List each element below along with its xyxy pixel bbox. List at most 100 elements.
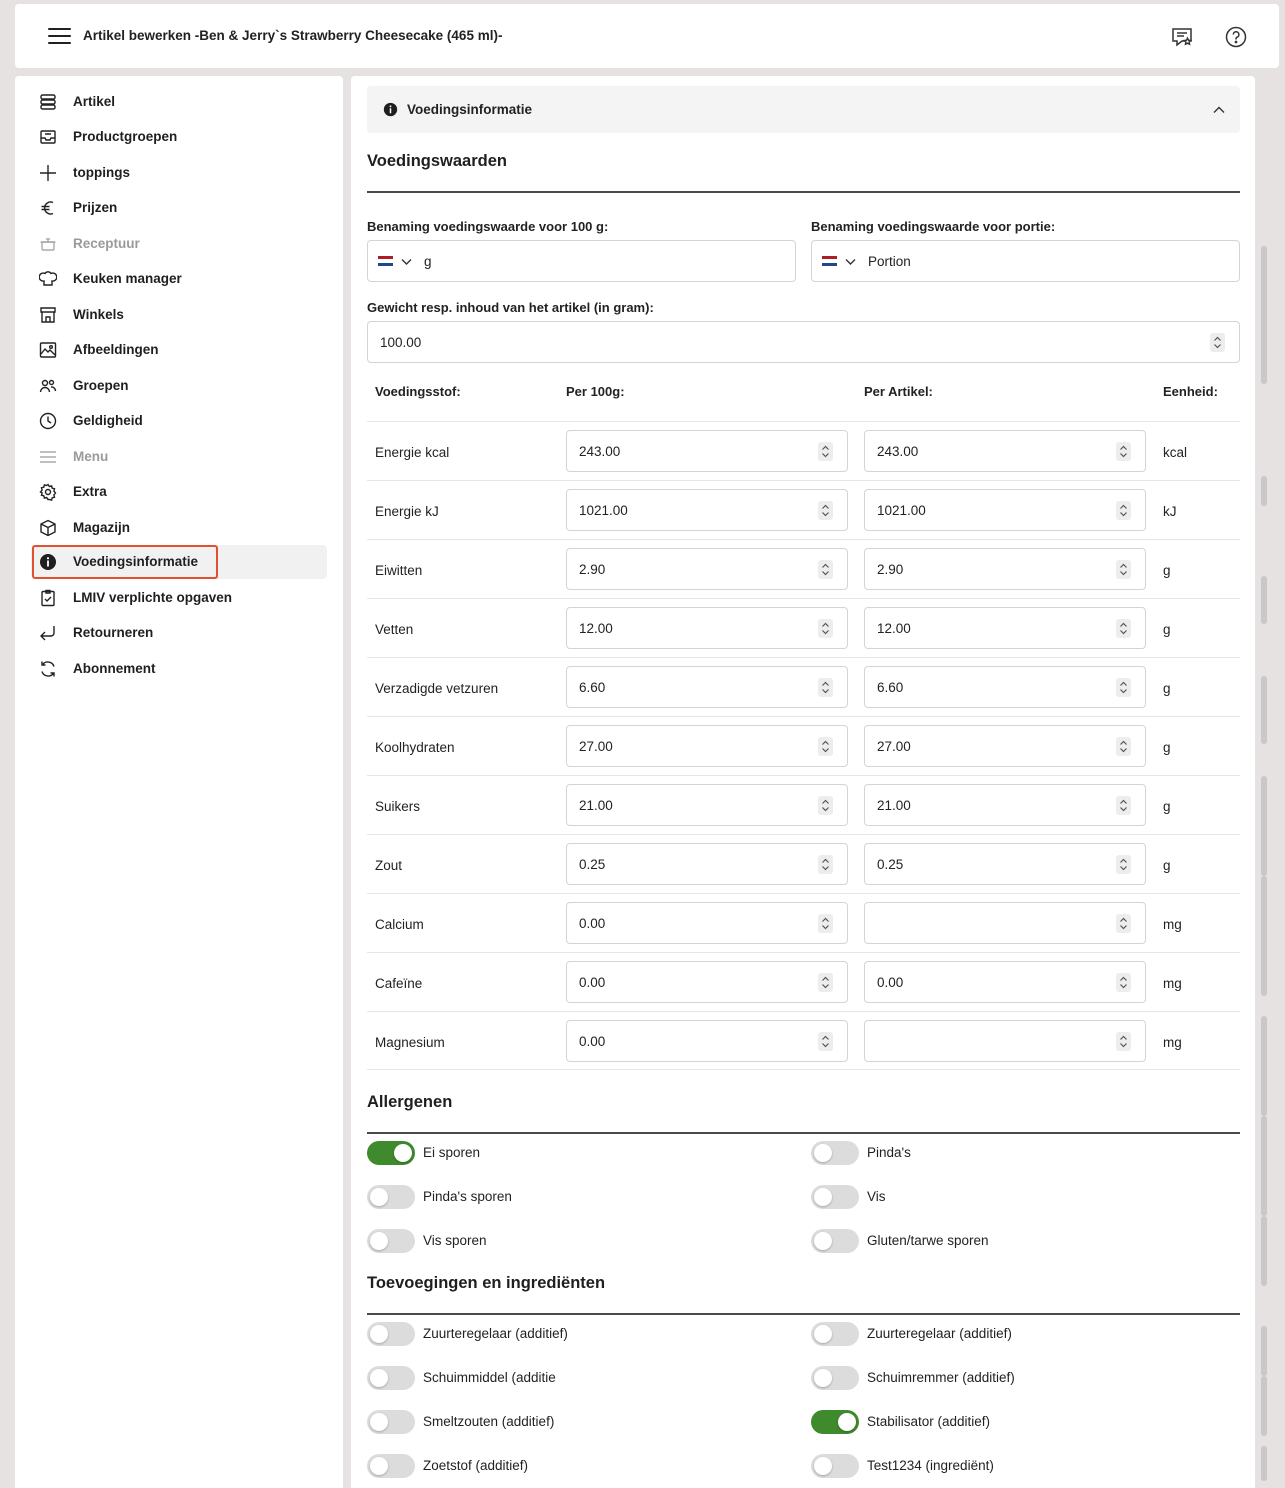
sidebar-item-retourneren[interactable]: Retourneren (31, 616, 327, 650)
number-stepper[interactable] (818, 796, 833, 815)
per-artikel-input-cafe-ne[interactable]: 0.00 (864, 961, 1146, 1003)
per100g-input-koolhydraten[interactable]: 27.00 (566, 725, 848, 767)
weight-input[interactable]: 100.00 (367, 321, 1240, 363)
sidebar-item-groepen[interactable]: Groepen (31, 369, 327, 403)
per100g-value: 2.90 (579, 562, 606, 577)
per100g-input-suikers[interactable]: 21.00 (566, 784, 848, 826)
number-stepper[interactable] (1116, 678, 1131, 697)
box-icon (40, 519, 56, 537)
sidebar-item-productgroepen[interactable]: Productgroepen (31, 120, 327, 154)
number-stepper[interactable] (1116, 737, 1131, 756)
per-artikel-input-magnesium[interactable] (864, 1020, 1146, 1062)
chevron-up-icon[interactable] (1212, 103, 1226, 117)
column-header-per-artikel: Per Artikel: (864, 384, 933, 399)
toggle-pinda-s-sporen[interactable] (367, 1185, 415, 1209)
help-circle-icon[interactable] (1223, 24, 1249, 50)
info-filled-icon (40, 554, 56, 570)
sidebar-item-geldigheid[interactable]: Geldigheid (31, 404, 327, 438)
sidebar-item-voedingsinformatie[interactable]: Voedingsinformatie (31, 545, 327, 579)
sidebar-item-keuken-manager[interactable]: Keuken manager (31, 262, 327, 296)
per-artikel-input-calcium[interactable] (864, 902, 1146, 944)
chevron-down-icon[interactable] (400, 255, 413, 268)
toggle-pinda-s[interactable] (811, 1141, 859, 1165)
sidebar-item-lmiv[interactable]: LMIV verplichte opgaven (31, 581, 327, 615)
name-portion-field[interactable]: Portion (811, 240, 1240, 282)
sidebar-item-winkels[interactable]: Winkels (31, 298, 327, 332)
toggle-smeltzouten-additief[interactable] (367, 1410, 415, 1434)
sidebar-item-menu[interactable]: Menu (31, 440, 327, 474)
nutrient-name: Cafeïne (375, 976, 423, 991)
toggle-schuimmiddel-additie[interactable] (367, 1366, 415, 1390)
per100g-input-calcium[interactable]: 0.00 (566, 902, 848, 944)
per100g-input-energie-kj[interactable]: 1021.00 (566, 489, 848, 531)
per100g-input-zout[interactable]: 0.25 (566, 843, 848, 885)
number-stepper[interactable] (1116, 619, 1131, 638)
number-stepper[interactable] (818, 678, 833, 697)
per-artikel-value: 0.00 (877, 975, 904, 990)
number-stepper[interactable] (818, 737, 833, 756)
number-stepper[interactable] (1116, 1032, 1131, 1051)
per100g-input-energie-kcal[interactable]: 243.00 (566, 430, 848, 472)
section-header-voedingsinformatie[interactable]: Voedingsinformatie (367, 86, 1240, 133)
toggle-ei-sporen[interactable] (367, 1141, 415, 1165)
chevron-down-icon[interactable] (844, 255, 857, 268)
number-stepper[interactable] (818, 560, 833, 579)
number-stepper[interactable] (1116, 560, 1131, 579)
name-100g-field[interactable]: g (367, 240, 796, 282)
toggle-knob (370, 1232, 388, 1250)
number-stepper[interactable] (1116, 973, 1131, 992)
per100g-input-cafe-ne[interactable]: 0.00 (566, 961, 848, 1003)
sidebar-item-extra[interactable]: Extra (31, 475, 327, 509)
number-stepper[interactable] (1116, 796, 1131, 815)
per100g-input-verzadigde-vetzuren[interactable]: 6.60 (566, 666, 848, 708)
number-stepper[interactable] (1116, 501, 1131, 520)
number-stepper[interactable] (1210, 333, 1225, 352)
number-stepper[interactable] (818, 973, 833, 992)
sidebar-item-artikel[interactable]: Artikel (31, 85, 327, 119)
toggle-gluten-tarwe-sporen[interactable] (811, 1229, 859, 1253)
sidebar-item-receptuur[interactable]: Receptuur (31, 227, 327, 261)
number-stepper[interactable] (818, 1032, 833, 1051)
sidebar-item-abonnement[interactable]: Abonnement (31, 652, 327, 686)
number-stepper[interactable] (1116, 855, 1131, 874)
unit-label: mg (1163, 917, 1182, 932)
toggle-vis[interactable] (811, 1185, 859, 1209)
number-stepper[interactable] (818, 855, 833, 874)
number-stepper[interactable] (818, 619, 833, 638)
per100g-input-magnesium[interactable]: 0.00 (566, 1020, 848, 1062)
per100g-value: 243.00 (579, 444, 621, 459)
sidebar-item-prijzen[interactable]: Prijzen (31, 191, 327, 225)
number-stepper[interactable] (818, 914, 833, 933)
toggle-schuimremmer-additief[interactable] (811, 1366, 859, 1390)
page-scrollbar[interactable] (1257, 76, 1271, 1488)
toggle-zuurteregelaar-additief[interactable] (811, 1322, 859, 1346)
toggle-stabilisator-additief[interactable] (811, 1410, 859, 1434)
toggle-test1234-ingredi-nt[interactable] (811, 1454, 859, 1478)
per-artikel-input-verzadigde-vetzuren[interactable]: 6.60 (864, 666, 1146, 708)
divider (367, 191, 1240, 193)
per-artikel-input-koolhydraten[interactable]: 27.00 (864, 725, 1146, 767)
per-artikel-input-vetten[interactable]: 12.00 (864, 607, 1146, 649)
per100g-input-eiwitten[interactable]: 2.90 (566, 548, 848, 590)
sidebar-item-afbeeldingen[interactable]: Afbeeldingen (31, 333, 327, 367)
per-artikel-input-energie-kj[interactable]: 1021.00 (864, 489, 1146, 531)
toggle-vis-sporen[interactable] (367, 1229, 415, 1253)
toggle-zuurteregelaar-additief[interactable] (367, 1322, 415, 1346)
per-artikel-input-eiwitten[interactable]: 2.90 (864, 548, 1146, 590)
nl-flag-icon (822, 256, 837, 266)
hamburger-menu-icon[interactable] (48, 28, 71, 45)
per-artikel-input-suikers[interactable]: 21.00 (864, 784, 1146, 826)
per-artikel-input-zout[interactable]: 0.25 (864, 843, 1146, 885)
sidebar-item-toppings[interactable]: toppings (31, 156, 327, 190)
per100g-input-vetten[interactable]: 12.00 (566, 607, 848, 649)
number-stepper[interactable] (1116, 442, 1131, 461)
sidebar-item-magazijn[interactable]: Magazijn (31, 511, 327, 545)
toggle-zoetstof-additief[interactable] (367, 1454, 415, 1478)
sidebar-item-label: Voedingsinformatie (73, 554, 199, 569)
number-stepper[interactable] (818, 501, 833, 520)
toggle-label: Test1234 (ingrediënt) (867, 1458, 994, 1473)
per-artikel-input-energie-kcal[interactable]: 243.00 (864, 430, 1146, 472)
number-stepper[interactable] (818, 442, 833, 461)
feedback-star-icon[interactable] (1169, 24, 1195, 50)
number-stepper[interactable] (1116, 914, 1131, 933)
